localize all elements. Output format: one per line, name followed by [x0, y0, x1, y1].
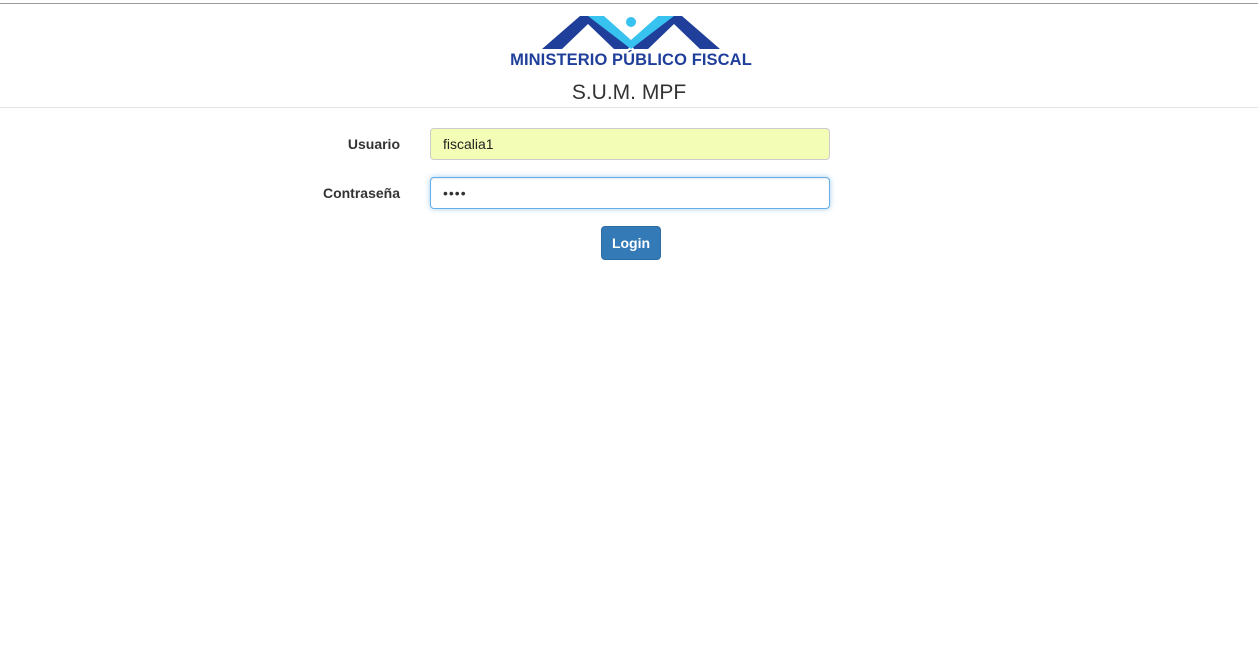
- app-title: S.U.M. MPF: [571, 81, 687, 104]
- ministerio-logo: MINISTERIO PÚBLICO FISCAL: [507, 14, 755, 74]
- username-label: Usuario: [347, 136, 400, 152]
- logo-text: MINISTERIO PÚBLICO FISCAL: [510, 51, 752, 69]
- password-row: Contraseña: [0, 177, 1258, 211]
- username-input[interactable]: [430, 128, 830, 160]
- password-label: Contraseña: [322, 185, 400, 201]
- roof-icon: [542, 16, 720, 49]
- login-button[interactable]: Login: [601, 226, 661, 260]
- username-row: Usuario: [0, 128, 1258, 162]
- password-input[interactable]: [430, 177, 830, 209]
- page-header: MINISTERIO PÚBLICO FISCAL S.U.M. MPF: [0, 4, 1258, 108]
